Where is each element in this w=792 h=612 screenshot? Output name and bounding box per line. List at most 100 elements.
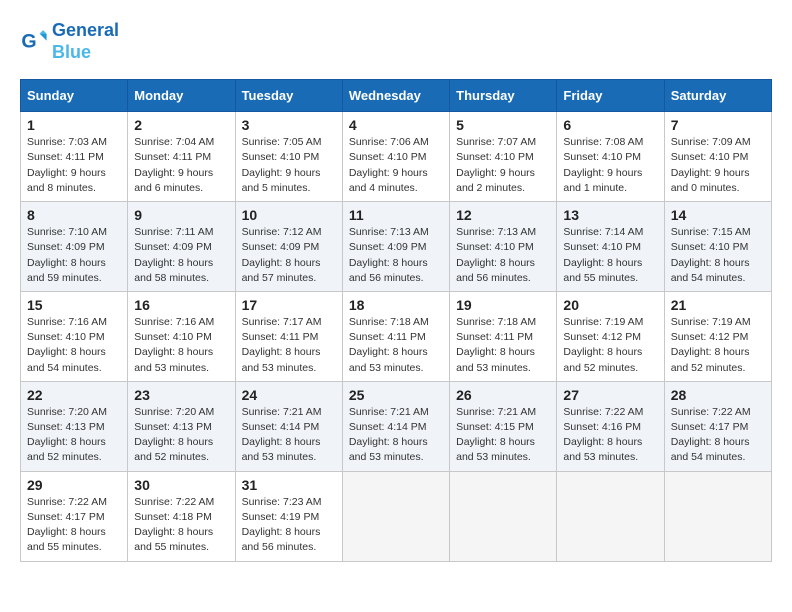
calendar-day-cell: 22 Sunrise: 7:20 AM Sunset: 4:13 PM Dayl… <box>21 381 128 471</box>
day-number: 13 <box>563 207 657 223</box>
day-info: Sunrise: 7:16 AM Sunset: 4:10 PM Dayligh… <box>27 315 121 376</box>
calendar-week-row: 8 Sunrise: 7:10 AM Sunset: 4:09 PM Dayli… <box>21 202 772 292</box>
calendar-day-cell: 2 Sunrise: 7:04 AM Sunset: 4:11 PM Dayli… <box>128 112 235 202</box>
day-info: Sunrise: 7:22 AM Sunset: 4:18 PM Dayligh… <box>134 495 228 556</box>
page-header: G General Blue <box>20 20 772 63</box>
day-number: 21 <box>671 297 765 313</box>
calendar-week-row: 29 Sunrise: 7:22 AM Sunset: 4:17 PM Dayl… <box>21 471 772 561</box>
day-info: Sunrise: 7:06 AM Sunset: 4:10 PM Dayligh… <box>349 135 443 196</box>
day-number: 24 <box>242 387 336 403</box>
calendar-day-cell: 29 Sunrise: 7:22 AM Sunset: 4:17 PM Dayl… <box>21 471 128 561</box>
calendar-day-cell: 10 Sunrise: 7:12 AM Sunset: 4:09 PM Dayl… <box>235 202 342 292</box>
col-friday: Friday <box>557 80 664 112</box>
calendar-day-cell <box>664 471 771 561</box>
calendar-day-cell: 23 Sunrise: 7:20 AM Sunset: 4:13 PM Dayl… <box>128 381 235 471</box>
day-number: 15 <box>27 297 121 313</box>
day-number: 6 <box>563 117 657 133</box>
day-number: 31 <box>242 477 336 493</box>
day-number: 25 <box>349 387 443 403</box>
col-monday: Monday <box>128 80 235 112</box>
day-info: Sunrise: 7:19 AM Sunset: 4:12 PM Dayligh… <box>563 315 657 376</box>
calendar-table: Sunday Monday Tuesday Wednesday Thursday… <box>20 79 772 561</box>
day-info: Sunrise: 7:10 AM Sunset: 4:09 PM Dayligh… <box>27 225 121 286</box>
day-info: Sunrise: 7:13 AM Sunset: 4:10 PM Dayligh… <box>456 225 550 286</box>
day-info: Sunrise: 7:11 AM Sunset: 4:09 PM Dayligh… <box>134 225 228 286</box>
calendar-day-cell: 13 Sunrise: 7:14 AM Sunset: 4:10 PM Dayl… <box>557 202 664 292</box>
calendar-body: 1 Sunrise: 7:03 AM Sunset: 4:11 PM Dayli… <box>21 112 772 561</box>
col-thursday: Thursday <box>450 80 557 112</box>
day-number: 22 <box>27 387 121 403</box>
col-saturday: Saturday <box>664 80 771 112</box>
calendar-day-cell: 9 Sunrise: 7:11 AM Sunset: 4:09 PM Dayli… <box>128 202 235 292</box>
day-number: 30 <box>134 477 228 493</box>
col-sunday: Sunday <box>21 80 128 112</box>
calendar-week-row: 1 Sunrise: 7:03 AM Sunset: 4:11 PM Dayli… <box>21 112 772 202</box>
calendar-day-cell: 27 Sunrise: 7:22 AM Sunset: 4:16 PM Dayl… <box>557 381 664 471</box>
day-info: Sunrise: 7:05 AM Sunset: 4:10 PM Dayligh… <box>242 135 336 196</box>
logo-text: General Blue <box>52 20 119 63</box>
day-info: Sunrise: 7:22 AM Sunset: 4:17 PM Dayligh… <box>27 495 121 556</box>
calendar-day-cell: 16 Sunrise: 7:16 AM Sunset: 4:10 PM Dayl… <box>128 291 235 381</box>
day-number: 19 <box>456 297 550 313</box>
calendar-day-cell: 12 Sunrise: 7:13 AM Sunset: 4:10 PM Dayl… <box>450 202 557 292</box>
day-info: Sunrise: 7:18 AM Sunset: 4:11 PM Dayligh… <box>456 315 550 376</box>
calendar-day-cell: 18 Sunrise: 7:18 AM Sunset: 4:11 PM Dayl… <box>342 291 449 381</box>
day-info: Sunrise: 7:12 AM Sunset: 4:09 PM Dayligh… <box>242 225 336 286</box>
calendar-day-cell: 28 Sunrise: 7:22 AM Sunset: 4:17 PM Dayl… <box>664 381 771 471</box>
day-info: Sunrise: 7:16 AM Sunset: 4:10 PM Dayligh… <box>134 315 228 376</box>
day-number: 20 <box>563 297 657 313</box>
calendar-day-cell <box>557 471 664 561</box>
day-info: Sunrise: 7:07 AM Sunset: 4:10 PM Dayligh… <box>456 135 550 196</box>
day-number: 27 <box>563 387 657 403</box>
header-row: Sunday Monday Tuesday Wednesday Thursday… <box>21 80 772 112</box>
calendar-day-cell: 26 Sunrise: 7:21 AM Sunset: 4:15 PM Dayl… <box>450 381 557 471</box>
day-info: Sunrise: 7:20 AM Sunset: 4:13 PM Dayligh… <box>134 405 228 466</box>
calendar-day-cell: 17 Sunrise: 7:17 AM Sunset: 4:11 PM Dayl… <box>235 291 342 381</box>
day-number: 18 <box>349 297 443 313</box>
calendar-day-cell <box>450 471 557 561</box>
day-number: 9 <box>134 207 228 223</box>
day-number: 26 <box>456 387 550 403</box>
day-info: Sunrise: 7:21 AM Sunset: 4:14 PM Dayligh… <box>242 405 336 466</box>
day-number: 5 <box>456 117 550 133</box>
calendar-day-cell: 8 Sunrise: 7:10 AM Sunset: 4:09 PM Dayli… <box>21 202 128 292</box>
calendar-day-cell: 11 Sunrise: 7:13 AM Sunset: 4:09 PM Dayl… <box>342 202 449 292</box>
calendar-week-row: 15 Sunrise: 7:16 AM Sunset: 4:10 PM Dayl… <box>21 291 772 381</box>
calendar-day-cell: 20 Sunrise: 7:19 AM Sunset: 4:12 PM Dayl… <box>557 291 664 381</box>
calendar-week-row: 22 Sunrise: 7:20 AM Sunset: 4:13 PM Dayl… <box>21 381 772 471</box>
day-info: Sunrise: 7:17 AM Sunset: 4:11 PM Dayligh… <box>242 315 336 376</box>
calendar-day-cell: 31 Sunrise: 7:23 AM Sunset: 4:19 PM Dayl… <box>235 471 342 561</box>
day-info: Sunrise: 7:21 AM Sunset: 4:14 PM Dayligh… <box>349 405 443 466</box>
day-number: 2 <box>134 117 228 133</box>
day-info: Sunrise: 7:19 AM Sunset: 4:12 PM Dayligh… <box>671 315 765 376</box>
day-info: Sunrise: 7:04 AM Sunset: 4:11 PM Dayligh… <box>134 135 228 196</box>
day-info: Sunrise: 7:18 AM Sunset: 4:11 PM Dayligh… <box>349 315 443 376</box>
day-info: Sunrise: 7:08 AM Sunset: 4:10 PM Dayligh… <box>563 135 657 196</box>
day-number: 28 <box>671 387 765 403</box>
calendar-day-cell: 5 Sunrise: 7:07 AM Sunset: 4:10 PM Dayli… <box>450 112 557 202</box>
calendar-day-cell: 21 Sunrise: 7:19 AM Sunset: 4:12 PM Dayl… <box>664 291 771 381</box>
day-info: Sunrise: 7:22 AM Sunset: 4:16 PM Dayligh… <box>563 405 657 466</box>
day-info: Sunrise: 7:23 AM Sunset: 4:19 PM Dayligh… <box>242 495 336 556</box>
day-info: Sunrise: 7:15 AM Sunset: 4:10 PM Dayligh… <box>671 225 765 286</box>
calendar-day-cell: 3 Sunrise: 7:05 AM Sunset: 4:10 PM Dayli… <box>235 112 342 202</box>
calendar-day-cell: 24 Sunrise: 7:21 AM Sunset: 4:14 PM Dayl… <box>235 381 342 471</box>
day-number: 17 <box>242 297 336 313</box>
day-number: 11 <box>349 207 443 223</box>
day-number: 29 <box>27 477 121 493</box>
day-info: Sunrise: 7:14 AM Sunset: 4:10 PM Dayligh… <box>563 225 657 286</box>
day-number: 8 <box>27 207 121 223</box>
day-number: 3 <box>242 117 336 133</box>
day-number: 7 <box>671 117 765 133</box>
calendar-day-cell: 7 Sunrise: 7:09 AM Sunset: 4:10 PM Dayli… <box>664 112 771 202</box>
calendar-day-cell: 1 Sunrise: 7:03 AM Sunset: 4:11 PM Dayli… <box>21 112 128 202</box>
day-info: Sunrise: 7:03 AM Sunset: 4:11 PM Dayligh… <box>27 135 121 196</box>
col-wednesday: Wednesday <box>342 80 449 112</box>
day-number: 23 <box>134 387 228 403</box>
col-tuesday: Tuesday <box>235 80 342 112</box>
day-info: Sunrise: 7:22 AM Sunset: 4:17 PM Dayligh… <box>671 405 765 466</box>
svg-text:G: G <box>21 30 36 52</box>
calendar-day-cell: 15 Sunrise: 7:16 AM Sunset: 4:10 PM Dayl… <box>21 291 128 381</box>
day-number: 12 <box>456 207 550 223</box>
day-number: 1 <box>27 117 121 133</box>
